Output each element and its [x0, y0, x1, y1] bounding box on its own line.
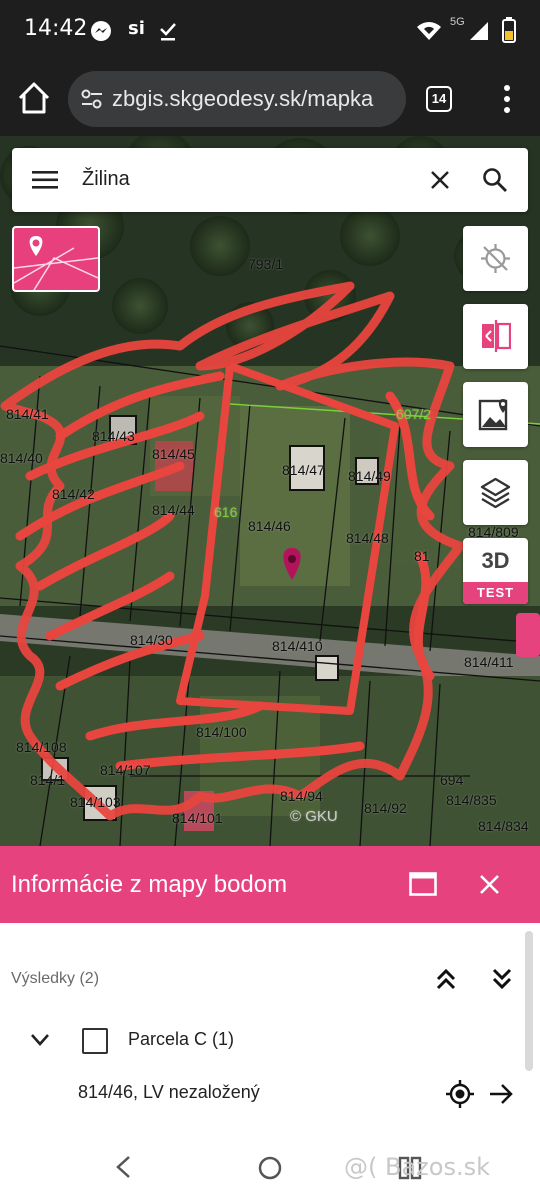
- maximize-icon[interactable]: [409, 872, 437, 896]
- parcel-label: 814/101: [172, 810, 223, 826]
- parcel-label: 814/835: [446, 792, 497, 808]
- parcel-label: 814/411: [464, 654, 514, 670]
- parcel-label: 814/107: [100, 762, 151, 778]
- si-icon: si: [128, 18, 145, 39]
- locate-parcel-icon[interactable]: [445, 1079, 475, 1109]
- search-input[interactable]: Žilina: [82, 168, 130, 191]
- basemap-thumbnail-icon: [14, 236, 98, 290]
- parcel-label: 814/41: [6, 406, 49, 422]
- battery-icon: [502, 17, 516, 43]
- parcel-label: 814/49: [348, 468, 391, 484]
- collapse-all-icon[interactable]: [434, 967, 458, 991]
- address-bar[interactable]: zbgis.skgeodesy.sk/mapka: [68, 71, 406, 127]
- tabs-count-button[interactable]: 14: [426, 86, 452, 112]
- parcel-label: 814/44: [152, 502, 195, 518]
- parcel-group-checkbox[interactable]: [82, 1028, 108, 1054]
- messenger-icon: [91, 21, 111, 41]
- parcel-label: 814/43: [92, 428, 135, 444]
- search-icon[interactable]: [482, 167, 508, 193]
- more-vert-icon[interactable]: [495, 82, 519, 116]
- parcel-label: 814/48: [346, 530, 389, 546]
- parcel-label: 814/92: [364, 800, 407, 816]
- parcel-label: 814/47: [282, 462, 325, 478]
- chevron-down-icon[interactable]: [30, 1033, 50, 1047]
- info-panel-title: Informácie z mapy bodom: [11, 871, 288, 898]
- map-image-icon: [478, 399, 508, 431]
- signal-icon: [470, 22, 488, 40]
- parcel-label: 814/46: [248, 518, 291, 534]
- status-bar: 14:42 si 5G: [0, 0, 540, 62]
- parcel-label: 814/834: [478, 818, 529, 834]
- site-settings-icon[interactable]: [80, 88, 104, 110]
- parcel-label: 814/108: [16, 739, 67, 755]
- check-icon: [160, 23, 176, 41]
- parcel-group-label: Parcela C (1): [128, 1029, 235, 1049]
- parcel-label: 814/45: [152, 446, 195, 462]
- parcel-label: 814/410: [272, 638, 323, 654]
- map-search-bar: Žilina: [12, 148, 528, 212]
- system-nav-bar: @( Bazos.sk: [0, 1135, 540, 1200]
- parcel-label: 607/2: [396, 406, 432, 422]
- parcel-label: 814/1: [30, 772, 66, 788]
- status-time: 14:42: [24, 16, 88, 41]
- parcel-result-item[interactable]: 814/46, LV nezaložený: [78, 1082, 260, 1103]
- watermark-text: @( Bazos.sk: [344, 1153, 490, 1181]
- parcel-label: 814/100: [196, 724, 247, 740]
- parcel-label: 793/1: [248, 256, 284, 272]
- home-nav-icon[interactable]: [257, 1155, 283, 1181]
- parcel-label: 616: [214, 504, 238, 520]
- 3d-view-button[interactable]: 3D TEST: [463, 538, 528, 604]
- browser-toolbar: zbgis.skgeodesy.sk/mapka 14: [0, 62, 540, 136]
- map-copyright: © GKU: [290, 808, 338, 825]
- 3d-label: 3D: [481, 548, 510, 573]
- back-icon[interactable]: [112, 1155, 134, 1179]
- parcel-label: 814/42: [52, 486, 95, 502]
- expand-all-icon[interactable]: [490, 967, 514, 991]
- home-icon[interactable]: [16, 78, 52, 118]
- layers-button[interactable]: [463, 460, 528, 525]
- basemap-layer-button[interactable]: [12, 226, 100, 292]
- test-badge: TEST: [463, 582, 528, 604]
- compare-icon: [482, 320, 511, 352]
- parcel-label: 814/30: [130, 632, 173, 648]
- url-text: zbgis.skgeodesy.sk/mapka: [112, 86, 374, 111]
- info-panel-body: Výsledky (2) Parcela C (1) 814/46, LV ne…: [0, 923, 540, 1135]
- imagery-layer-button[interactable]: [463, 382, 528, 447]
- parcel-label: 81: [414, 548, 430, 564]
- parcel-label: 814/94: [280, 788, 323, 804]
- locate-me-button[interactable]: [463, 226, 528, 291]
- panel-scrollbar[interactable]: [525, 931, 533, 1071]
- close-icon[interactable]: [430, 170, 450, 190]
- compare-maps-button[interactable]: [463, 304, 528, 369]
- parcel-label: 814/40: [0, 450, 43, 466]
- network-type: 5G: [450, 16, 465, 28]
- parcel-label: 814/103: [70, 794, 121, 810]
- arrow-right-icon[interactable]: [488, 1082, 514, 1106]
- hamburger-menu-icon[interactable]: [32, 169, 58, 191]
- gps-off-icon: [481, 244, 510, 273]
- layers-icon: [480, 477, 511, 509]
- info-panel-header: Informácie z mapy bodom: [0, 846, 540, 923]
- close-panel-icon[interactable]: [479, 874, 500, 895]
- results-count: Výsledky (2): [11, 970, 100, 987]
- parcel-label: 694: [440, 772, 464, 788]
- wifi-icon: [417, 22, 441, 40]
